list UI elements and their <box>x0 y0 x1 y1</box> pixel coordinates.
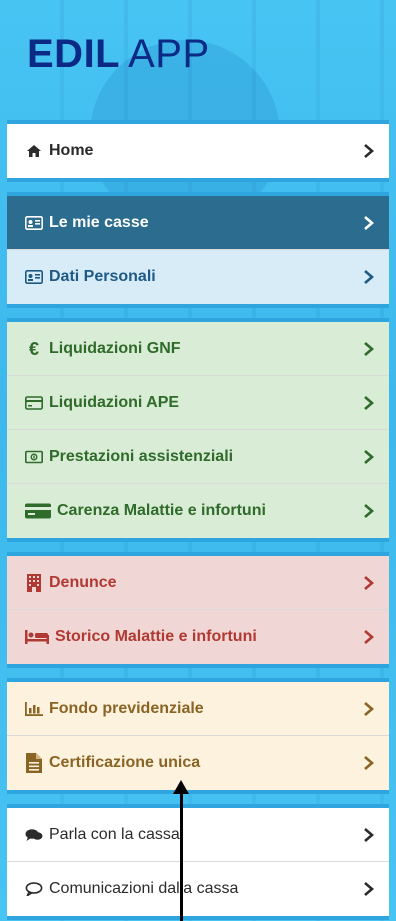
comment-icon <box>25 881 43 897</box>
menu-item-comunicazioni-dalla-cassa[interactable]: Comunicazioni dalla cassa <box>7 862 389 916</box>
chevron-right-icon <box>363 701 375 716</box>
menu-item-content: Certificazione unica <box>25 753 201 773</box>
menu-item-liquidazioni-ape[interactable]: Liquidazioni APE <box>7 376 389 430</box>
logo-word-app: APP <box>128 32 210 76</box>
bed-icon <box>25 629 49 645</box>
menu-group-casse: Le mie casse Dati Personali <box>7 192 389 308</box>
menu-group-cassa: Parla con la cassa Comunicazioni dalla c… <box>7 804 389 920</box>
chevron-right-icon <box>363 504 375 518</box>
menu-item-denunce[interactable]: Denunce <box>7 556 389 610</box>
menu-item-label: Fondo previdenziale <box>49 699 204 717</box>
menu-item-label: Certificazione unica <box>49 754 201 771</box>
menu-item-fondo-previdenziale[interactable]: Fondo previdenziale <box>7 682 389 736</box>
chevron-right-icon <box>363 882 375 896</box>
annotation-arrow-line <box>180 790 183 921</box>
money-icon <box>25 449 43 465</box>
menu-item-content: Parla con la cassa <box>25 826 180 844</box>
card-icon <box>25 503 51 519</box>
app-screen: EDIL APP Home Le mie casse Dati Personal… <box>0 0 396 921</box>
chevron-right-icon <box>363 144 375 158</box>
credit-card-icon <box>25 395 43 411</box>
chevron-right-icon <box>363 827 375 842</box>
home-icon <box>25 143 43 159</box>
menu-item-label: Storico Malattie e infortuni <box>55 628 257 645</box>
logo-word-edil: EDIL <box>27 32 121 76</box>
menu-item-label: Comunicazioni dalla cassa <box>49 880 239 897</box>
menu-item-content: Le mie casse <box>25 214 149 232</box>
menu-item-label: Liquidazioni APE <box>49 393 180 411</box>
chevron-right-icon <box>363 575 375 590</box>
menu-item-liquidazioni-gnf[interactable]: € Liquidazioni GNF <box>7 322 389 376</box>
chevron-right-icon <box>363 215 375 230</box>
chevron-right-icon <box>363 341 375 356</box>
menu-item-prestazioni-assistenziali[interactable]: Prestazioni assistenziali <box>7 430 389 484</box>
chevron-right-icon <box>363 449 375 464</box>
chevron-right-icon <box>363 756 375 770</box>
menu-item-label: Carenza Malattie e infortuni <box>57 502 266 519</box>
menu-item-le-mie-casse[interactable]: Le mie casse <box>7 196 389 250</box>
menu-item-label: Prestazioni assistenziali <box>49 447 234 465</box>
menu-item-dati-personali[interactable]: Dati Personali <box>7 250 389 304</box>
menu-item-label: Parla con la cassa <box>49 825 180 843</box>
menu-item-content: Home <box>25 142 93 160</box>
chevron-right-icon <box>363 270 375 284</box>
menu-frame: EDIL APP Home Le mie casse Dati Personal… <box>7 12 389 921</box>
menu-item-label: Denunce <box>49 573 117 591</box>
euro-icon: € <box>28 338 39 359</box>
menu-item-certificazione-unica[interactable]: Certificazione unica <box>7 736 389 790</box>
app-logo: EDIL APP <box>7 12 389 120</box>
menu-group-fondo: Fondo previdenziale Certificazione unica <box>7 678 389 794</box>
menu-item-label: Home <box>49 142 94 159</box>
menu-group-home: Home <box>7 120 389 182</box>
menu-group-liquidazioni: € Liquidazioni GNF Liquidazioni APE Pres… <box>7 318 389 542</box>
building-icon <box>25 573 43 592</box>
menu-item-parla-con-la-cassa[interactable]: Parla con la cassa <box>7 808 389 862</box>
document-icon <box>25 753 43 773</box>
menu-item-content: Dati Personali <box>25 268 156 286</box>
menu-item-carenza-malattie[interactable]: Carenza Malattie e infortuni <box>7 484 389 538</box>
menu-item-content: € Liquidazioni GNF <box>25 340 181 358</box>
menu-item-home[interactable]: Home <box>7 124 389 178</box>
chevron-right-icon <box>363 630 375 644</box>
id-card-icon <box>25 215 43 231</box>
menu-item-label: Le mie casse <box>49 213 149 231</box>
menu-item-content: Denunce <box>25 573 117 592</box>
menu-item-content: Liquidazioni APE <box>25 394 179 412</box>
menu-item-content: Prestazioni assistenziali <box>25 448 233 466</box>
menu-item-label: Dati Personali <box>49 268 156 285</box>
menu-item-content: Carenza Malattie e infortuni <box>25 502 266 520</box>
menu-item-storico-malattie[interactable]: Storico Malattie e infortuni <box>7 610 389 664</box>
menu-item-label: Liquidazioni GNF <box>49 339 181 357</box>
menu-item-content: Storico Malattie e infortuni <box>25 628 257 646</box>
comments-icon <box>25 827 43 843</box>
chevron-right-icon <box>363 395 375 410</box>
bar-chart-icon <box>25 701 43 717</box>
menu-item-content: Comunicazioni dalla cassa <box>25 880 238 898</box>
id-card-icon <box>25 269 43 285</box>
menu-item-content: Fondo previdenziale <box>25 700 204 718</box>
menu-group-denunce: Denunce Storico Malattie e infortuni <box>7 552 389 668</box>
